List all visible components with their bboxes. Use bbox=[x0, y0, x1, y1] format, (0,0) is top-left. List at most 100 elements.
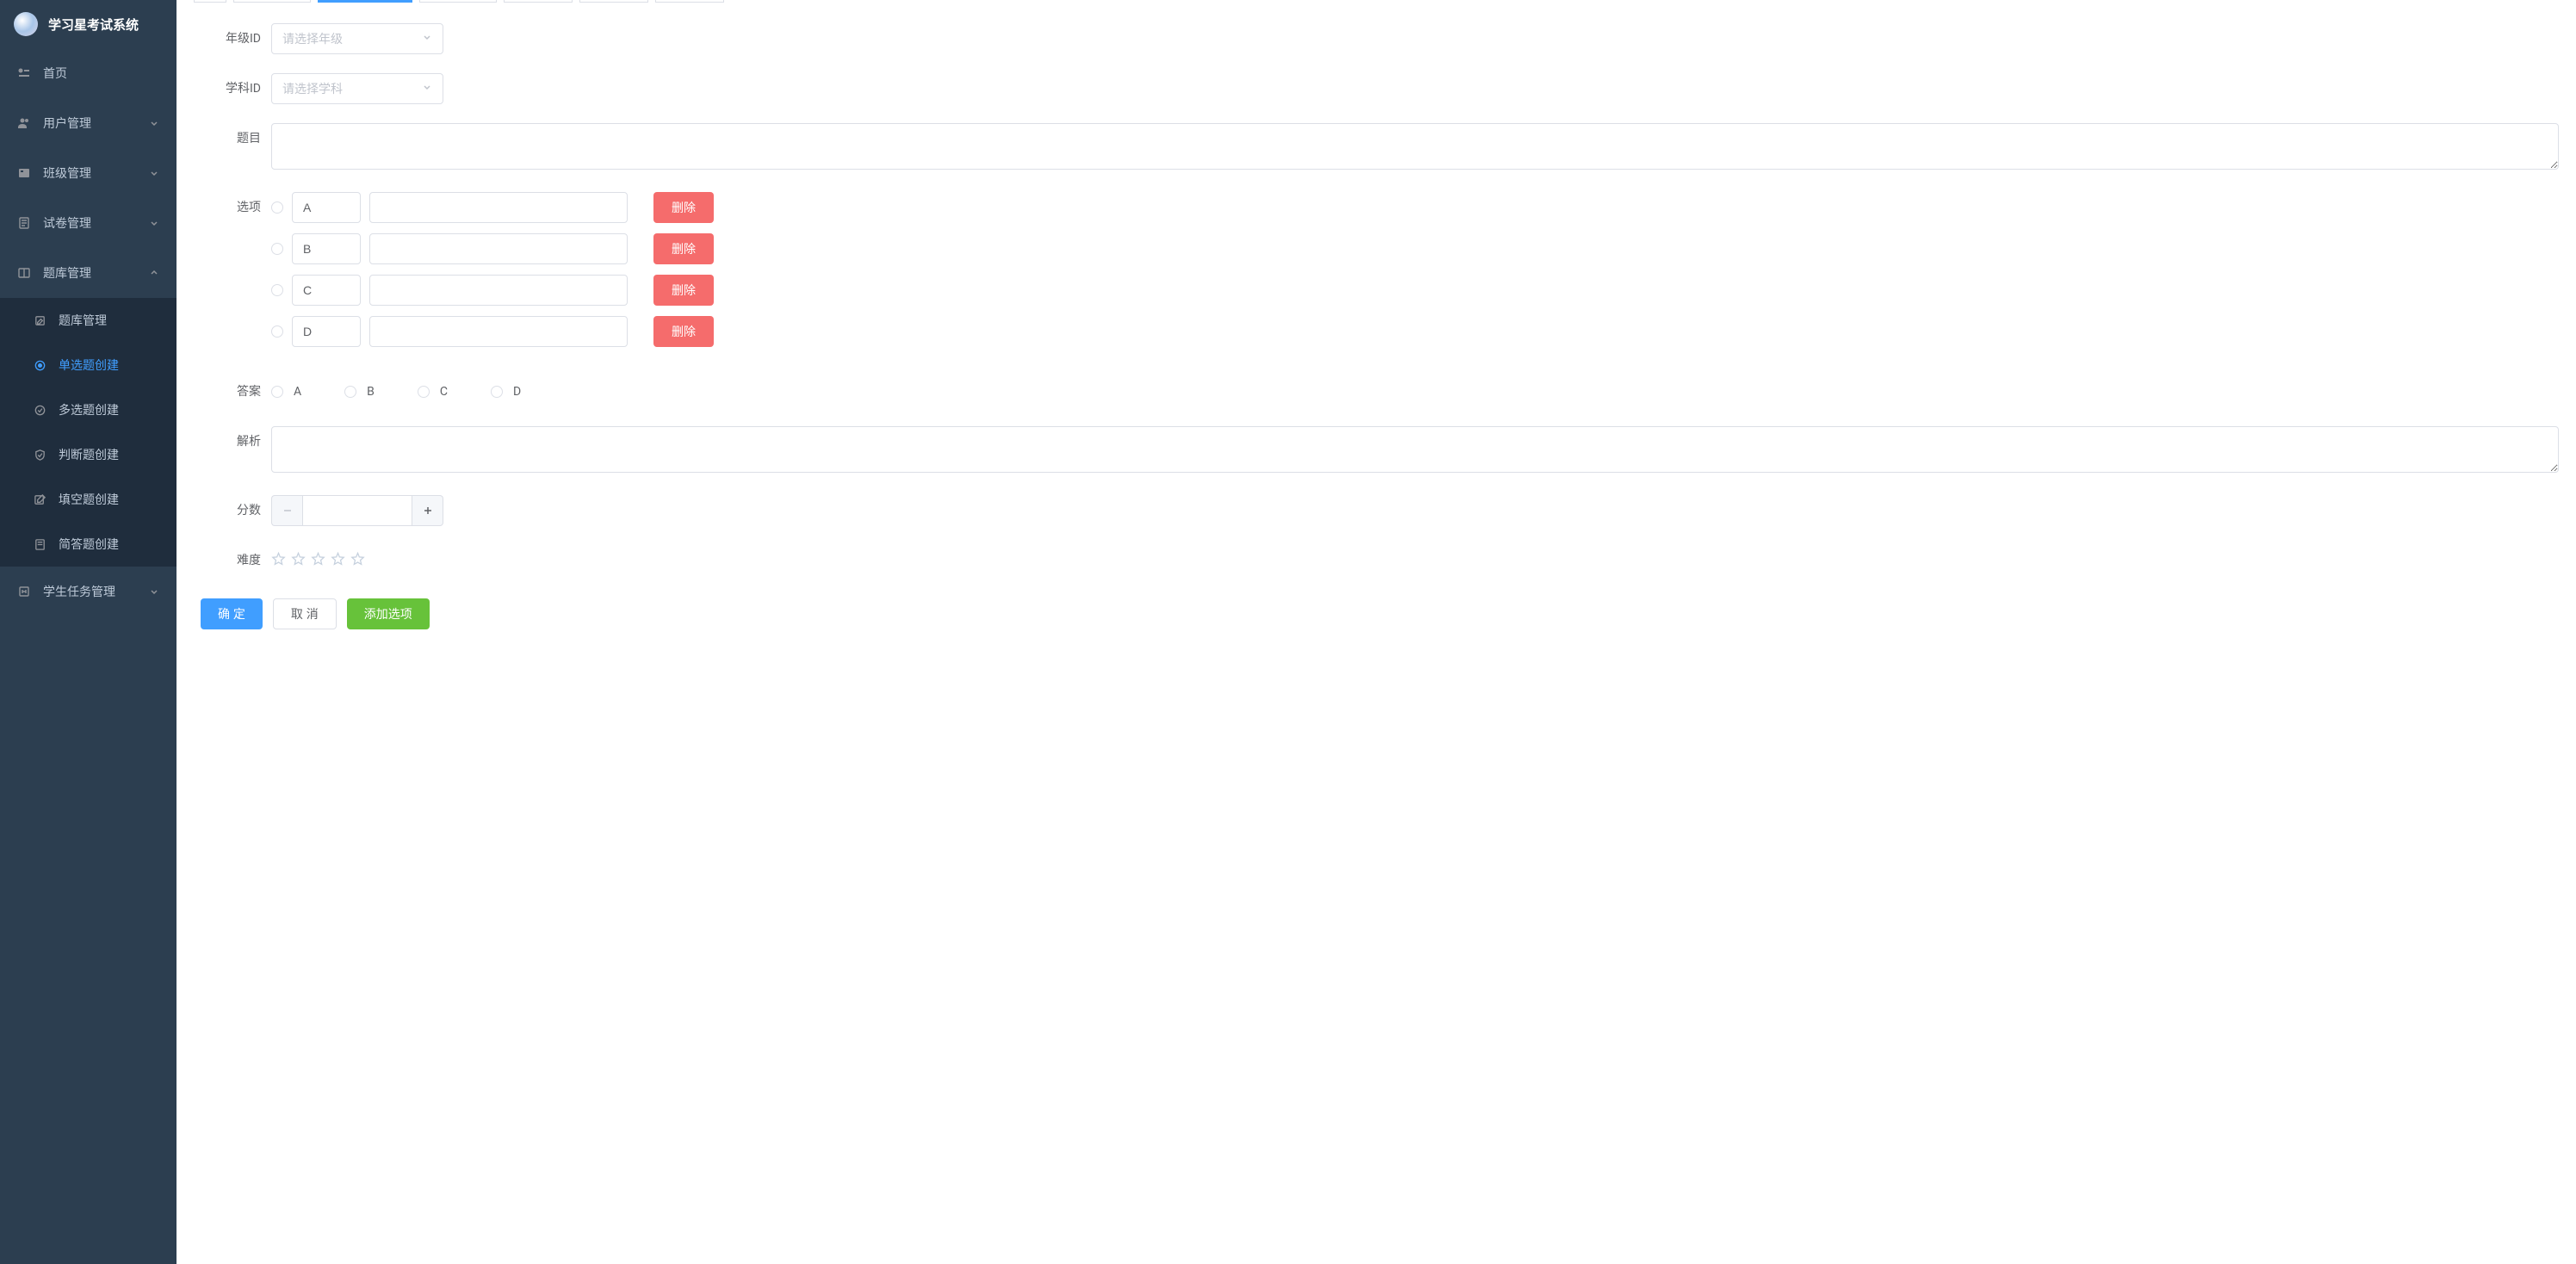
star-icon[interactable] bbox=[331, 552, 345, 570]
sidebar-item-multi-choice[interactable]: 多选题创建 bbox=[0, 387, 176, 432]
sidebar-item-question-bank[interactable]: 题库管理 bbox=[0, 248, 176, 298]
label-options: 选项 bbox=[194, 192, 271, 223]
select-subject[interactable]: 请选择学科 bbox=[271, 73, 443, 104]
task-icon bbox=[17, 585, 31, 598]
sidebar-item-label: 判断题创建 bbox=[59, 446, 159, 463]
option-radio[interactable] bbox=[271, 284, 283, 296]
decrease-button[interactable] bbox=[271, 495, 302, 526]
answer-choice[interactable]: C bbox=[418, 385, 448, 399]
label-answer: 答案 bbox=[194, 376, 271, 407]
sidebar-item-short-answer[interactable]: 简答题创建 bbox=[0, 522, 176, 567]
form-item-analysis: 解析 bbox=[194, 426, 2559, 476]
option-radio[interactable] bbox=[271, 201, 283, 214]
option-row: 删除 bbox=[271, 192, 2559, 223]
chevron-down-icon bbox=[149, 118, 159, 128]
label-difficulty: 难度 bbox=[194, 545, 271, 576]
class-icon bbox=[17, 166, 31, 180]
answer-label: B bbox=[367, 385, 375, 399]
chevron-down-icon bbox=[422, 32, 432, 46]
sidebar-item-label: 填空题创建 bbox=[59, 491, 159, 508]
form-item-question: 题目 bbox=[194, 123, 2559, 173]
main-content: 年级ID 请选择年级 学科ID 请选择学科 bbox=[176, 0, 2576, 1264]
cancel-button[interactable]: 取 消 bbox=[273, 598, 337, 629]
answer-choice[interactable]: A bbox=[271, 385, 301, 399]
textarea-analysis[interactable] bbox=[271, 426, 2559, 473]
form-item-options: 选项 删除 删除 bbox=[194, 192, 2559, 357]
delete-option-button[interactable]: 删除 bbox=[653, 275, 714, 306]
logo-area: 学习星考试系统 bbox=[0, 0, 176, 48]
star-icon[interactable] bbox=[271, 552, 286, 570]
label-question: 题目 bbox=[194, 123, 271, 154]
add-option-button[interactable]: 添加选项 bbox=[347, 598, 430, 629]
paper-icon bbox=[17, 216, 31, 230]
sidebar-item-label: 用户管理 bbox=[43, 115, 149, 132]
option-text-input[interactable] bbox=[369, 192, 628, 223]
select-placeholder: 请选择年级 bbox=[282, 30, 343, 47]
document-icon bbox=[33, 537, 46, 551]
submenu-question-bank: 题库管理 单选题创建 多选题创建 判断题创建 bbox=[0, 298, 176, 567]
select-placeholder: 请选择学科 bbox=[282, 80, 343, 97]
radio-icon bbox=[33, 358, 46, 372]
dashboard-icon bbox=[17, 66, 31, 80]
option-text-input[interactable] bbox=[369, 316, 628, 347]
sidebar-item-label: 多选题创建 bbox=[59, 401, 159, 418]
sidebar: 学习星考试系统 首页 用户管理 班级管理 bbox=[0, 0, 176, 1264]
increase-button[interactable] bbox=[412, 495, 443, 526]
sidebar-item-label: 学生任务管理 bbox=[43, 583, 149, 600]
sidebar-item-fill[interactable]: 填空题创建 bbox=[0, 477, 176, 522]
chevron-down-icon bbox=[149, 586, 159, 597]
option-radio[interactable] bbox=[271, 243, 283, 255]
radio-icon bbox=[344, 386, 356, 398]
option-text-input[interactable] bbox=[369, 275, 628, 306]
sidebar-item-class[interactable]: 班级管理 bbox=[0, 148, 176, 198]
sidebar-item-label: 首页 bbox=[43, 65, 159, 82]
label-analysis: 解析 bbox=[194, 426, 271, 457]
sidebar-item-judge[interactable]: 判断题创建 bbox=[0, 432, 176, 477]
label-subject: 学科ID bbox=[194, 73, 271, 104]
textarea-question[interactable] bbox=[271, 123, 2559, 170]
sidebar-item-single-choice[interactable]: 单选题创建 bbox=[0, 343, 176, 387]
confirm-button[interactable]: 确 定 bbox=[201, 598, 263, 629]
label-score: 分数 bbox=[194, 495, 271, 526]
radio-icon bbox=[271, 386, 283, 398]
sidebar-item-home[interactable]: 首页 bbox=[0, 48, 176, 98]
chevron-down-icon bbox=[149, 168, 159, 178]
star-icon[interactable] bbox=[291, 552, 306, 570]
option-text-input[interactable] bbox=[369, 233, 628, 264]
option-letter-input[interactable] bbox=[292, 233, 361, 264]
sidebar-item-student-task[interactable]: 学生任务管理 bbox=[0, 567, 176, 617]
answer-choice[interactable]: B bbox=[344, 385, 375, 399]
logo-icon bbox=[14, 12, 38, 36]
radio-icon bbox=[418, 386, 430, 398]
star-icon[interactable] bbox=[311, 552, 325, 570]
delete-option-button[interactable]: 删除 bbox=[653, 233, 714, 264]
book-icon bbox=[17, 266, 31, 280]
sidebar-item-users[interactable]: 用户管理 bbox=[0, 98, 176, 148]
option-radio[interactable] bbox=[271, 325, 283, 338]
radio-icon bbox=[491, 386, 503, 398]
score-input[interactable] bbox=[302, 495, 412, 526]
brand-name: 学习星考试系统 bbox=[48, 15, 139, 34]
option-letter-input[interactable] bbox=[292, 275, 361, 306]
form-item-score: 分数 bbox=[194, 495, 2559, 526]
option-row: 删除 bbox=[271, 233, 2559, 264]
delete-option-button[interactable]: 删除 bbox=[653, 192, 714, 223]
users-icon bbox=[17, 116, 31, 130]
edit-icon bbox=[33, 313, 46, 327]
option-letter-input[interactable] bbox=[292, 192, 361, 223]
sidebar-item-label: 单选题创建 bbox=[59, 356, 159, 374]
answer-choice[interactable]: D bbox=[491, 385, 521, 399]
checkbox-icon bbox=[33, 403, 46, 417]
score-stepper bbox=[271, 495, 2559, 526]
delete-option-button[interactable]: 删除 bbox=[653, 316, 714, 347]
sidebar-item-label: 班级管理 bbox=[43, 164, 149, 182]
chevron-up-icon bbox=[149, 268, 159, 278]
select-grade[interactable]: 请选择年级 bbox=[271, 23, 443, 54]
shield-icon bbox=[33, 448, 46, 462]
sidebar-item-paper[interactable]: 试卷管理 bbox=[0, 198, 176, 248]
option-letter-input[interactable] bbox=[292, 316, 361, 347]
toolbar-fragments bbox=[194, 0, 2559, 4]
sidebar-item-bank-manage[interactable]: 题库管理 bbox=[0, 298, 176, 343]
star-icon[interactable] bbox=[350, 552, 365, 570]
answer-label: C bbox=[440, 385, 448, 399]
